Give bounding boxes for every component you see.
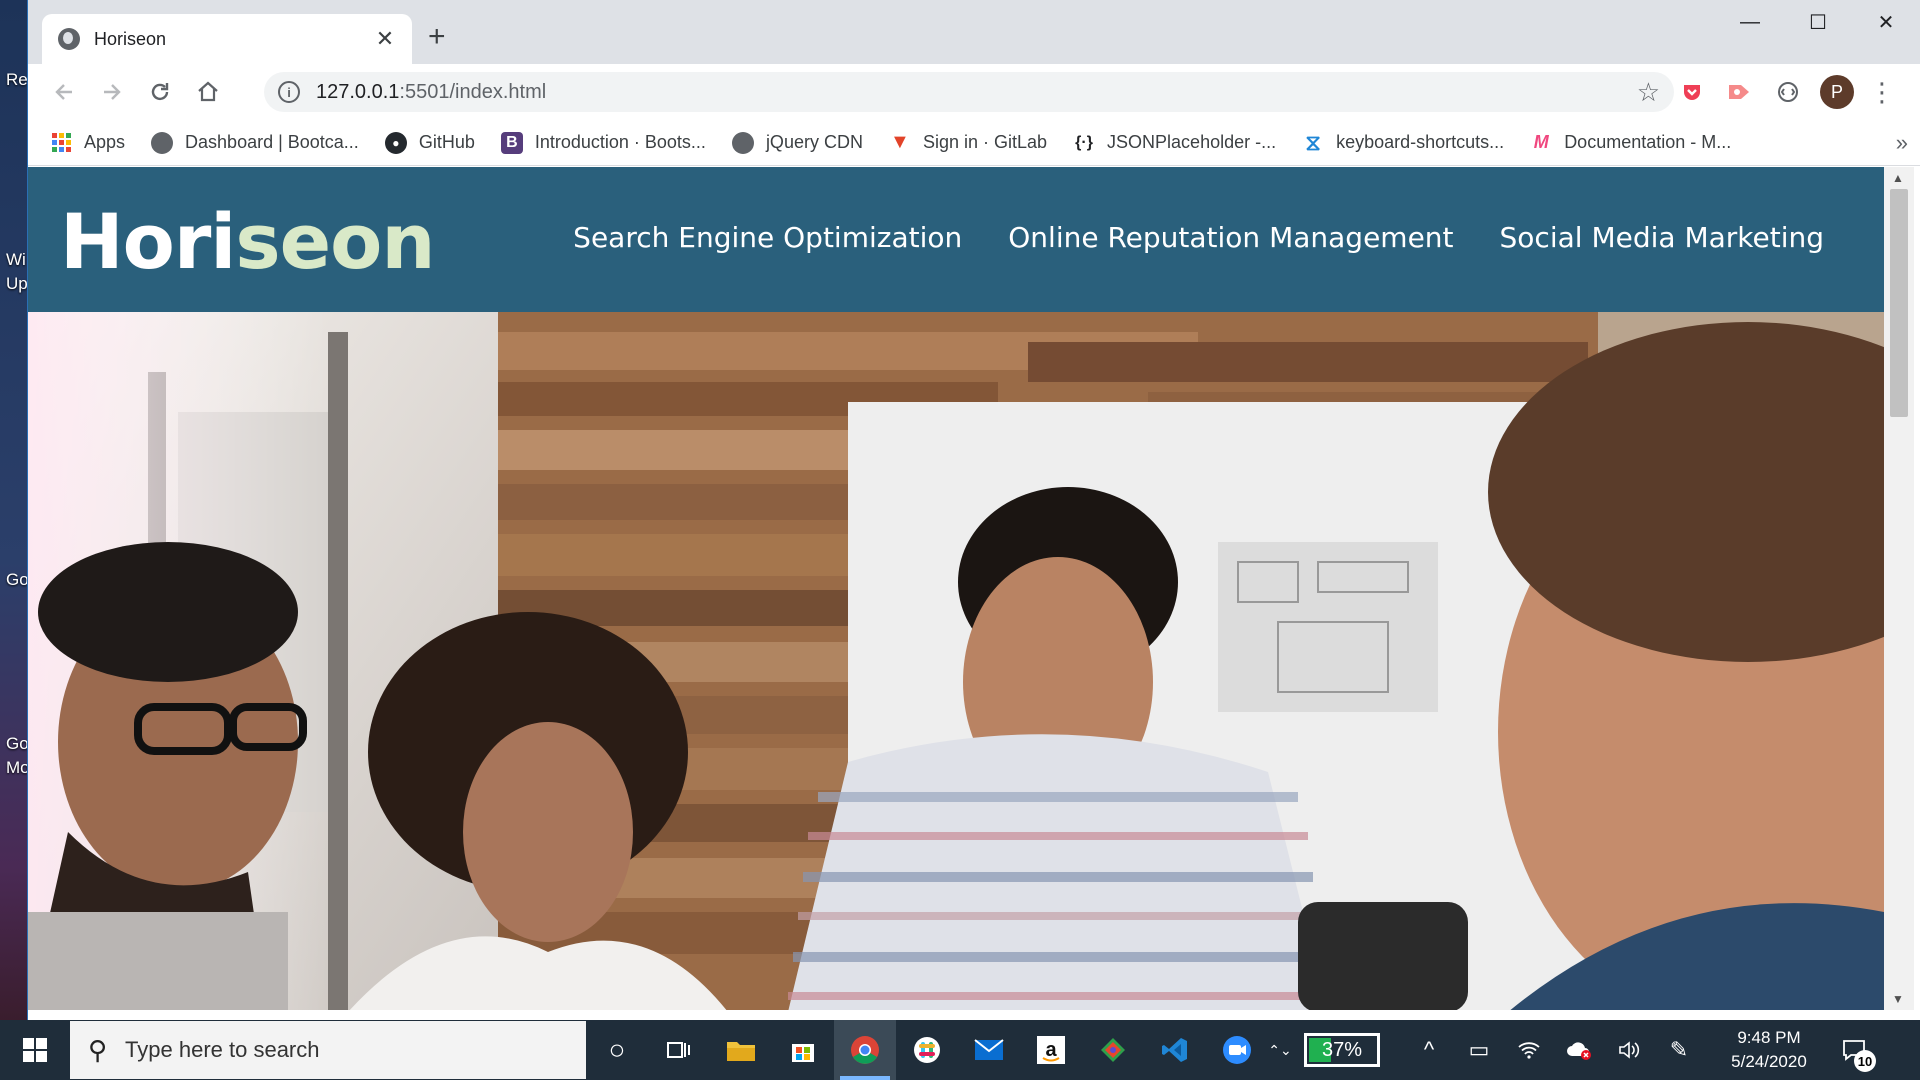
- bookmark-gitlab[interactable]: ▼ Sign in · GitLab: [889, 131, 1047, 154]
- new-tab-button[interactable]: +: [428, 22, 446, 52]
- hero-photo: [28, 312, 1884, 1010]
- json-icon: {·}: [1075, 133, 1093, 151]
- bookmark-github[interactable]: ● GitHub: [384, 131, 475, 154]
- window-controls: — ☐ ✕: [1716, 0, 1920, 44]
- slack-icon[interactable]: [896, 1020, 958, 1080]
- profile-avatar[interactable]: P: [1820, 75, 1854, 109]
- more-menu-icon[interactable]: ⋮: [1862, 77, 1902, 108]
- action-center-icon[interactable]: 10: [1824, 1020, 1884, 1080]
- desktop-icon-label[interactable]: Mo: [6, 758, 30, 778]
- globe-icon: [151, 131, 174, 154]
- chrome-icon[interactable]: [834, 1020, 896, 1080]
- pocket-icon[interactable]: [1668, 68, 1716, 116]
- site-nav: Search Engine Optimization Online Reputa…: [527, 221, 1824, 254]
- system-clock[interactable]: 9:48 PM 5/24/2020: [1714, 1026, 1824, 1074]
- zoom-icon[interactable]: [1206, 1020, 1268, 1080]
- forward-icon[interactable]: [88, 68, 136, 116]
- gitlab-icon: ▼: [890, 131, 910, 153]
- cloud-error-icon[interactable]: [1554, 1020, 1604, 1080]
- site-header: Horiseon Search Engine Optimization Onli…: [28, 167, 1884, 312]
- desktop-icon-label[interactable]: Wi: [6, 250, 26, 270]
- store-icon[interactable]: [772, 1020, 834, 1080]
- bookmark-jquery[interactable]: jQuery CDN: [731, 131, 863, 154]
- github-icon: ●: [384, 131, 407, 154]
- battery-icon[interactable]: ▭: [1454, 1020, 1504, 1080]
- cortana-icon[interactable]: ○: [586, 1020, 648, 1080]
- vscode-icon: ⧖: [1305, 129, 1321, 155]
- title-bar: Horiseon ✕ + — ☐ ✕: [28, 0, 1920, 64]
- browser-window: Horiseon ✕ + — ☐ ✕ i 127.0.0.1:5501/inde…: [28, 0, 1920, 1020]
- bookmark-documentation[interactable]: M Documentation - M...: [1530, 132, 1732, 154]
- minimize-button[interactable]: —: [1716, 0, 1784, 44]
- show-hidden-icons-chevron[interactable]: ^: [1404, 1020, 1454, 1080]
- globe-icon: [731, 131, 754, 154]
- bookmark-jsonplaceholder[interactable]: {·} JSONPlaceholder -...: [1073, 132, 1276, 154]
- wifi-icon[interactable]: [1504, 1020, 1554, 1080]
- pen-icon[interactable]: ✎: [1654, 1020, 1704, 1080]
- overflow-chevron-icon[interactable]: ⌃⌄: [1268, 1020, 1292, 1080]
- clock-date: 5/24/2020: [1731, 1052, 1807, 1071]
- globe-icon: [58, 28, 80, 50]
- info-icon[interactable]: i: [278, 81, 300, 103]
- amazon-icon[interactable]: a: [1020, 1020, 1082, 1080]
- sync-extension-icon[interactable]: [1764, 68, 1812, 116]
- close-window-button[interactable]: ✕: [1852, 0, 1920, 44]
- home-icon[interactable]: [184, 68, 232, 116]
- reload-icon[interactable]: [136, 68, 184, 116]
- extension-icons: P ⋮: [1668, 68, 1902, 116]
- bookmark-apps[interactable]: Apps: [50, 132, 125, 154]
- url-text[interactable]: 127.0.0.1:5501/index.html: [316, 81, 1637, 104]
- notification-count-badge: 10: [1854, 1050, 1876, 1072]
- screen-recorder-icon[interactable]: [1716, 68, 1764, 116]
- close-tab-icon[interactable]: ✕: [374, 26, 396, 52]
- nav-link-social[interactable]: Social Media Marketing: [1500, 221, 1824, 254]
- tab-title: Horiseon: [94, 28, 167, 49]
- bookmark-star-icon[interactable]: ☆: [1637, 77, 1660, 108]
- windows-icon: [23, 1038, 47, 1062]
- system-tray: ^ ▭ ✎: [1404, 1020, 1704, 1080]
- scroll-down-icon[interactable]: ▼: [1892, 992, 1904, 1006]
- page-viewport: Horiseon Search Engine Optimization Onli…: [28, 167, 1884, 1010]
- file-explorer-icon[interactable]: [710, 1020, 772, 1080]
- desktop-icon-label[interactable]: Re: [6, 70, 28, 90]
- browser-toolbar: i 127.0.0.1:5501/index.html ☆ P ⋮: [28, 64, 1920, 120]
- taskbar: ⚲ Type here to search ○ a ⌃⌄ 37% ^ ▭ ✎ 9…: [0, 1020, 1920, 1080]
- tab-horiseon[interactable]: Horiseon ✕: [42, 14, 412, 64]
- apps-icon: [50, 132, 72, 154]
- clock-time: 9:48 PM: [1737, 1028, 1801, 1047]
- gitkraken-icon[interactable]: [1082, 1020, 1144, 1080]
- bookmark-bootstrap[interactable]: B Introduction · Boots...: [500, 131, 706, 154]
- volume-icon[interactable]: [1604, 1020, 1654, 1080]
- bookmarks-overflow-icon[interactable]: »: [1896, 130, 1908, 156]
- site-logo: Horiseon: [60, 197, 435, 286]
- search-icon: ⚲: [88, 1034, 108, 1065]
- bookmark-dashboard[interactable]: Dashboard | Bootca...: [151, 131, 359, 154]
- desktop-icon-label[interactable]: Go: [6, 734, 29, 754]
- taskbar-search-placeholder: Type here to search: [125, 1037, 320, 1062]
- bookmarks-bar: Apps Dashboard | Bootca... ● GitHub B In…: [28, 120, 1920, 166]
- bookmark-keyboard-shortcuts[interactable]: ⧖ keyboard-shortcuts...: [1302, 129, 1504, 155]
- svg-text:a: a: [1045, 1039, 1057, 1061]
- task-view-icon[interactable]: [648, 1020, 710, 1080]
- vertical-scrollbar[interactable]: ▲ ▼: [1884, 167, 1914, 1010]
- desktop-icon-label[interactable]: Go: [6, 570, 29, 590]
- start-button[interactable]: [0, 1020, 70, 1080]
- taskbar-search[interactable]: ⚲ Type here to search: [70, 1021, 586, 1079]
- bootstrap-icon: B: [500, 131, 523, 154]
- mail-icon[interactable]: [958, 1020, 1020, 1080]
- nav-link-seo[interactable]: Search Engine Optimization: [573, 221, 962, 254]
- battery-meter[interactable]: 37%: [1304, 1033, 1380, 1067]
- back-icon[interactable]: [40, 68, 88, 116]
- address-bar[interactable]: i 127.0.0.1:5501/index.html ☆: [264, 72, 1674, 112]
- scroll-thumb[interactable]: [1890, 189, 1908, 417]
- maximize-button[interactable]: ☐: [1784, 0, 1852, 44]
- hero-image: [28, 312, 1884, 1010]
- nav-link-reputation[interactable]: Online Reputation Management: [1008, 221, 1453, 254]
- desktop-icon-label[interactable]: Up: [6, 274, 28, 294]
- vscode-icon[interactable]: [1144, 1020, 1206, 1080]
- battery-percent: 37%: [1321, 1038, 1363, 1061]
- docs-icon: M: [1533, 132, 1549, 152]
- scroll-up-icon[interactable]: ▲: [1892, 171, 1904, 185]
